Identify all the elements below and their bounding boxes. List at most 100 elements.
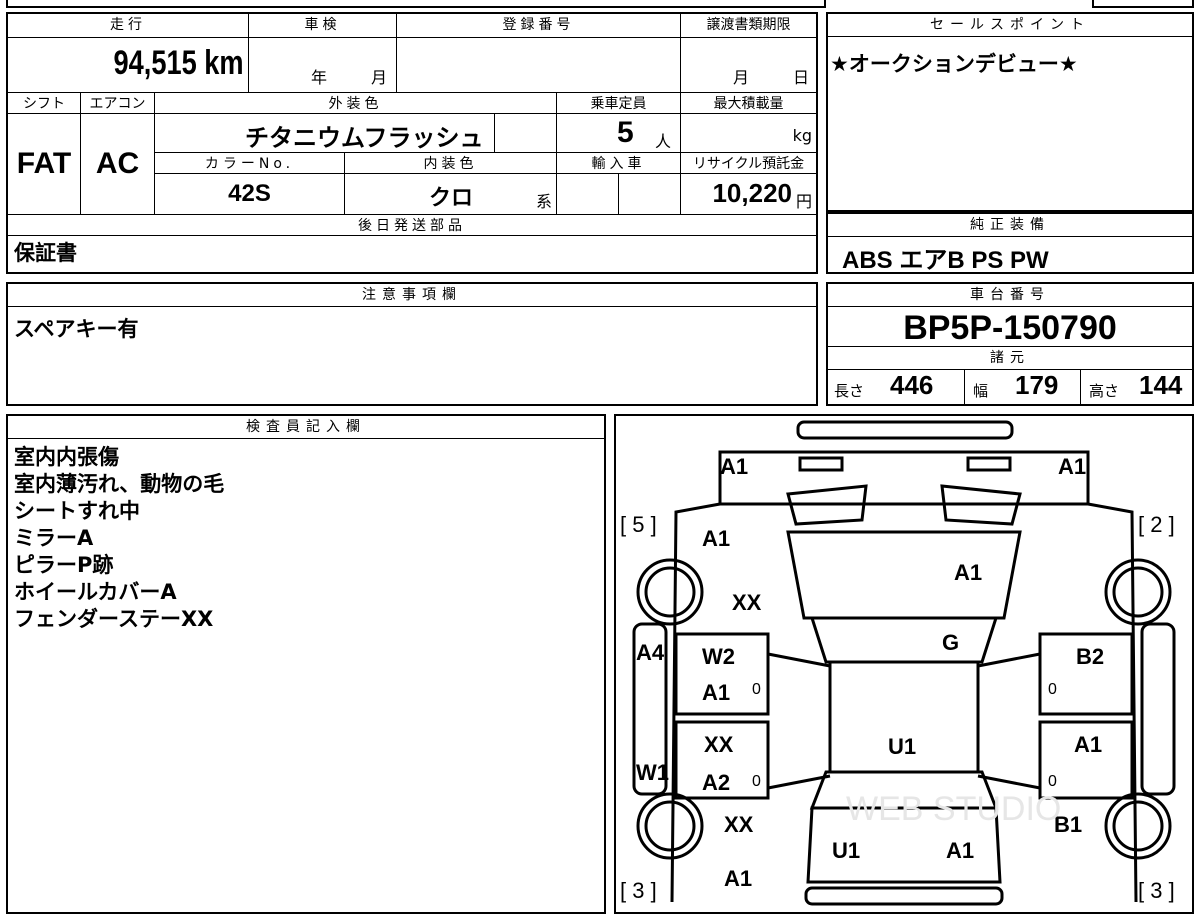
mark-front-right-corner: A1 (1058, 454, 1086, 479)
max-load-cell: kg (680, 114, 816, 152)
import-cell-b (618, 174, 680, 214)
interior-color-suffix: 系 (535, 192, 552, 211)
sales-point-box: セールスポイント ★オークションデビュー★ (826, 12, 1194, 212)
capacity-cell: 5 人 (556, 114, 680, 152)
mileage-value: 94,515 (113, 44, 198, 82)
tire-label-rear-left: [ 3 ] (620, 878, 657, 903)
damage-map-box: [ 5 ] [ 2 ] [ 3 ] [ 3 ] A1 A1 A1 XX A1 G… (614, 414, 1194, 914)
chassis-box: 車台番号 BP5P-150790 諸元 長さ 446 幅 179 高さ 144 (826, 282, 1194, 406)
later-parts-label: 後日発送部品 (8, 214, 816, 236)
spec-height-value: 144 (1139, 370, 1183, 400)
inspection-month: 月 (371, 68, 388, 87)
shift-value: FAT (16, 147, 72, 180)
mark-left-rear-door-top: XX (704, 732, 734, 757)
inspector-notes-box: 検査員記入欄 室内内張傷 室内薄汚れ、動物の毛 シートすれ中 ミラーA ピラーP… (6, 414, 606, 914)
equipment-label: 純正装備 (828, 212, 1192, 237)
specs-label: 諸元 (828, 346, 1192, 370)
door-marker: 0 (752, 681, 761, 698)
mileage-label: 走行 (8, 14, 248, 38)
door-marker: 0 (1048, 773, 1057, 790)
recycle-unit: 円 (795, 192, 812, 211)
exterior-color-value: チタニウムフラッシュ (245, 125, 484, 152)
exterior-color-label: 外装色 (154, 92, 556, 114)
recycle-value: 10,220 (712, 178, 792, 208)
mark-trunk-right: A1 (946, 838, 974, 863)
car-diagram: [ 5 ] [ 2 ] [ 3 ] [ 3 ] A1 A1 A1 XX A1 G… (620, 420, 1176, 906)
sales-point-label: セールスポイント (828, 14, 1192, 37)
chassis-value: BP5P-150790 (903, 309, 1117, 347)
recycle-label: リサイクル預託金 (680, 152, 816, 174)
tire-label-front-right: [ 2 ] (1138, 512, 1175, 537)
later-parts-text: 保証書 (14, 241, 77, 265)
chassis-label: 車台番号 (828, 284, 1192, 307)
inspector-notes-label: 検査員記入欄 (8, 416, 604, 439)
mark-left-rear-wheel-area: XX (724, 812, 754, 837)
transfer-month: 月 (733, 68, 750, 87)
max-load-label: 最大積載量 (680, 92, 816, 114)
mark-rear-left-corner: A1 (724, 866, 752, 891)
capacity-value: 5 (617, 116, 634, 149)
registration-cell (396, 38, 680, 92)
import-label: 輸入車 (556, 152, 680, 174)
door-marker: 0 (1048, 681, 1057, 698)
transfer-deadline-label: 譲渡書類期限 (680, 14, 816, 38)
vehicle-info-grid: 走行 車検 登録番号 譲渡書類期限 94,515 km 年 月 月 日 シフト … (6, 12, 818, 274)
inspector-note: ホイールカバーA (14, 580, 177, 604)
inspector-note: 室内内張傷 (14, 445, 119, 469)
capacity-label: 乗車定員 (556, 92, 680, 114)
spec-width: 幅 179 (964, 370, 1081, 404)
interior-color-cell: クロ 系 (344, 174, 556, 214)
inspector-note: フェンダーステーXX (14, 607, 214, 631)
spec-width-value: 179 (1015, 370, 1059, 400)
inspector-note: 室内薄汚れ、動物の毛 (14, 472, 225, 496)
exterior-color-extra (494, 114, 556, 152)
import-cell-a (556, 174, 618, 214)
mileage-unit: km (204, 44, 244, 82)
mark-left-rear-door: A2 (702, 770, 730, 795)
mark-left-pillar: A4 (636, 640, 665, 665)
capacity-unit: 人 (655, 132, 672, 151)
interior-color-value: クロ (429, 185, 474, 210)
spec-length: 長さ 446 (828, 370, 964, 404)
inspector-note: ピラーP跡 (14, 553, 114, 577)
inspection-year: 年 (311, 68, 328, 87)
inspection-cell: 年 月 (248, 38, 396, 92)
caution-box: 注意事項欄 スペアキー有 (6, 282, 818, 406)
mark-front-left-corner: A1 (720, 454, 748, 479)
inspector-note: シートすれ中 (14, 499, 140, 523)
ac-label: エアコン (80, 92, 154, 114)
door-marker: 0 (752, 773, 761, 790)
equipment-text: ABS エアB PS PW (842, 247, 1049, 274)
registration-label: 登録番号 (396, 14, 680, 38)
max-load-unit: kg (792, 126, 812, 145)
top-cut-row-right (1092, 0, 1194, 8)
mark-windshield: G (942, 630, 959, 655)
caution-text: スペアキー有 (14, 317, 139, 341)
shift-label: シフト (8, 92, 80, 114)
mark-left-front-fender: A1 (702, 526, 730, 551)
mark-left-front-wheel-area: XX (732, 590, 762, 615)
transfer-cell: 月 日 (680, 38, 816, 92)
transfer-day: 日 (793, 68, 810, 87)
tire-label-front-left: [ 5 ] (620, 512, 657, 537)
mark-left-front-door: A1 (702, 680, 730, 705)
sales-point-text: ★オークションデビュー★ (830, 52, 1078, 76)
recycle-cell: 10,220 円 (680, 174, 816, 214)
mark-hood: A1 (954, 560, 982, 585)
interior-color-label: 内装色 (344, 152, 556, 174)
equipment-box: 純正装備 ABS エアB PS PW (826, 212, 1194, 274)
caution-label: 注意事項欄 (8, 284, 816, 307)
ac-value: AC (80, 114, 154, 214)
mark-right-rear-door: A1 (1074, 732, 1102, 757)
mark-roof: U1 (888, 734, 916, 759)
exterior-color-cell: チタニウムフラッシュ (154, 114, 494, 152)
color-no-value: 42S (154, 174, 344, 214)
spec-height: 高さ 144 (1080, 370, 1193, 404)
mark-left-rocker: W1 (636, 760, 669, 785)
inspection-label: 車検 (248, 14, 396, 38)
watermark-text: WEB STUDIO (846, 790, 1061, 828)
spec-height-label: 高さ (1089, 382, 1120, 400)
inspector-notes-list: 室内内張傷 室内薄汚れ、動物の毛 シートすれ中 ミラーA ピラーP跡 ホイールカ… (14, 444, 224, 633)
spec-length-label: 長さ (834, 382, 865, 400)
mark-trunk-left: U1 (832, 838, 860, 863)
